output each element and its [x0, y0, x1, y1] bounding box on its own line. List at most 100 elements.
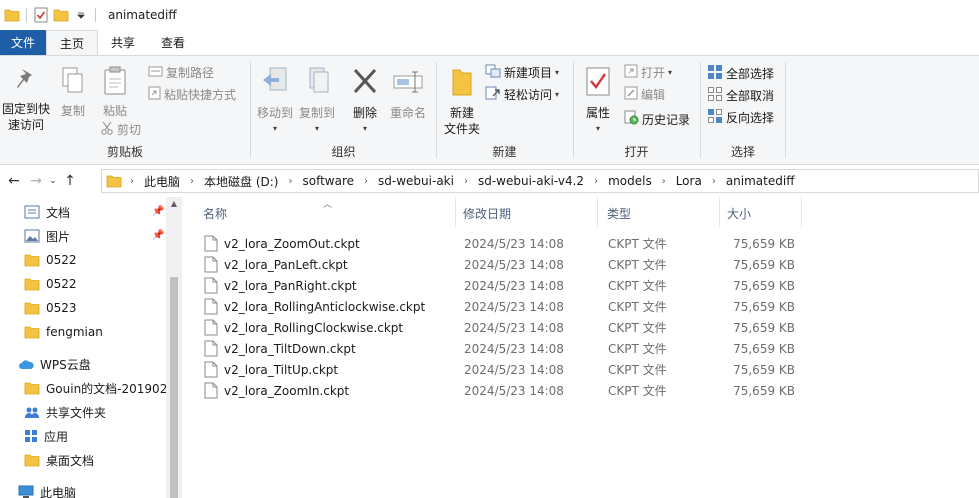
nav-item-pictures[interactable]: 图片	[24, 224, 70, 248]
computer-icon	[18, 485, 34, 498]
column-header-size[interactable]: 大小	[721, 197, 801, 229]
back-arrow-icon[interactable]: ←	[3, 170, 25, 192]
tab-view[interactable]: 查看	[148, 30, 198, 55]
paste-label: 粘贴	[102, 104, 127, 118]
column-divider[interactable]	[719, 197, 720, 227]
properties-check-icon[interactable]	[33, 7, 49, 23]
breadcrumb-software[interactable]: software	[302, 174, 354, 188]
select-all-icon	[707, 64, 723, 83]
nav-item-0522[interactable]: 0522	[24, 248, 77, 272]
file-name: v2_lora_RollingClockwise.ckpt	[224, 320, 404, 335]
pictures-icon	[24, 229, 40, 243]
copy-label: 复制	[60, 104, 85, 118]
breadcrumb-sd-webui-aki-v4-2[interactable]: sd-webui-aki-v4.2	[478, 174, 584, 188]
nav-item-documents[interactable]: 文档	[24, 200, 70, 224]
select-none-button[interactable]: 全部取消	[707, 86, 774, 105]
paste-shortcut-button[interactable]: 粘贴快捷方式	[148, 86, 236, 103]
cut-button[interactable]: 剪切	[100, 121, 141, 138]
move-to-button[interactable]: 移动到 ▾	[255, 66, 295, 137]
copy-button[interactable]: 复制	[54, 66, 92, 119]
nav-item-wps-cloud[interactable]: WPS云盘	[18, 352, 91, 376]
file-row[interactable]: v2_lora_ZoomIn.ckpt 2024/5/23 14:08 CKPT…	[183, 380, 979, 401]
select-all-button[interactable]: 全部选择	[707, 64, 774, 83]
file-row[interactable]: v2_lora_RollingAnticlockwise.ckpt 2024/5…	[183, 296, 979, 317]
column-divider[interactable]	[801, 197, 802, 227]
recent-locations-chevron-icon[interactable]: ⌄	[47, 170, 59, 192]
paste-shortcut-icon	[148, 86, 161, 103]
folder-icon	[24, 253, 40, 267]
new-folder-large-icon	[439, 66, 485, 102]
easy-access-button[interactable]: 轻松访问 ▾	[485, 86, 559, 103]
nav-item-shared-folder[interactable]: 共享文件夹	[24, 400, 106, 424]
file-row[interactable]: v2_lora_ZoomOut.ckpt 2024/5/23 14:08 CKP…	[183, 233, 979, 254]
nav-item-gouin-docs[interactable]: Gouin的文档-201902	[24, 376, 167, 400]
file-row[interactable]: v2_lora_TiltDown.ckpt 2024/5/23 14:08 CK…	[183, 338, 979, 359]
shared-folder-icon	[24, 405, 40, 419]
paste-button[interactable]: 粘贴	[96, 66, 134, 119]
breadcrumb-this-pc[interactable]: 此电脑	[144, 173, 180, 190]
new-folder-button[interactable]: 新建 文件夹	[439, 66, 485, 137]
column-divider[interactable]	[455, 197, 456, 227]
file-size: 75,659 KB	[733, 341, 795, 356]
new-item-button[interactable]: 新建项目 ▾	[485, 64, 559, 81]
file-row[interactable]: v2_lora_TiltUp.ckpt 2024/5/23 14:08 CKPT…	[183, 359, 979, 380]
invert-selection-button[interactable]: 反向选择	[707, 108, 774, 127]
breadcrumb-sd-webui-aki[interactable]: sd-webui-aki	[378, 174, 454, 188]
address-bar[interactable]: › 此电脑 › 本地磁盘 (D:) › software › sd-webui-…	[101, 169, 979, 193]
nav-item-apps[interactable]: 应用	[24, 424, 68, 448]
tab-home[interactable]: 主页	[46, 30, 99, 55]
copy-path-button[interactable]: 复制路径	[148, 64, 214, 81]
file-row[interactable]: v2_lora_RollingClockwise.ckpt 2024/5/23 …	[183, 317, 979, 338]
file-row[interactable]: v2_lora_PanLeft.ckpt 2024/5/23 14:08 CKP…	[183, 254, 979, 275]
properties-button[interactable]: 属性 ▾	[578, 66, 618, 137]
edit-button[interactable]: 编辑	[624, 86, 665, 103]
new-folder-icon[interactable]	[53, 7, 69, 23]
nav-item-label: fengmian	[46, 325, 103, 339]
pin-icon[interactable]: 📌	[152, 206, 164, 217]
copy-to-button[interactable]: 复制到 ▾	[297, 66, 337, 137]
tab-share[interactable]: 共享	[98, 30, 148, 55]
nav-item-desktop-docs[interactable]: 桌面文档	[24, 448, 94, 472]
nav-item-this-pc[interactable]: 此电脑	[18, 480, 76, 498]
navigation-bar: ← → ⌄ ↑ › 此电脑 › 本地磁盘 (D:) › software › s…	[0, 166, 979, 196]
column-divider[interactable]	[597, 197, 598, 227]
nav-item-0523[interactable]: 0523	[24, 296, 77, 320]
breadcrumb-animatediff[interactable]: animatediff	[726, 174, 795, 188]
column-header-date[interactable]: 修改日期	[457, 197, 597, 229]
nav-item-0522[interactable]: 0522	[24, 272, 77, 296]
scissors-icon	[100, 121, 114, 138]
nav-item-label: 桌面文档	[46, 453, 95, 468]
scroll-up-arrow-icon[interactable]: ▲	[166, 199, 182, 213]
up-arrow-icon[interactable]: ↑	[59, 170, 81, 192]
column-header-type[interactable]: 类型	[601, 197, 719, 229]
navigation-pane: 文档 📌 图片 📌 0522 0522 0523 fengmian WPS云盘 …	[0, 197, 182, 498]
scrollbar-thumb[interactable]	[170, 277, 178, 498]
divider	[26, 8, 27, 22]
breadcrumb-local-disk[interactable]: 本地磁盘 (D:)	[204, 173, 278, 190]
rename-button[interactable]: 重命名	[385, 66, 431, 121]
customize-toolbar-dropdown-icon[interactable]	[73, 7, 89, 23]
file-icon	[204, 233, 218, 254]
nav-item-fengmian[interactable]: fengmian	[24, 320, 103, 344]
history-button[interactable]: 历史记录	[624, 110, 690, 128]
copy-path-icon	[148, 65, 163, 81]
pin-quick-access-button[interactable]: 固定到快 速访问	[0, 66, 52, 133]
breadcrumb-chevron-icon: ›	[190, 175, 195, 187]
breadcrumb-chevron-icon: ›	[594, 175, 599, 187]
open-button[interactable]: 打开 ▾	[624, 64, 672, 81]
new-group-label: 新建	[492, 145, 517, 159]
forward-arrow-icon[interactable]: →	[25, 170, 47, 192]
column-header-name[interactable]: 名称	[197, 197, 455, 229]
tab-file[interactable]: 文件	[0, 30, 47, 55]
breadcrumb-models[interactable]: models	[608, 174, 652, 188]
breadcrumb-lora[interactable]: Lora	[676, 174, 702, 188]
pin-icon[interactable]: 📌	[152, 230, 164, 241]
file-row[interactable]: v2_lora_PanRight.ckpt 2024/5/23 14:08 CK…	[183, 275, 979, 296]
file-name: v2_lora_PanLeft.ckpt	[224, 257, 348, 272]
file-size: 75,659 KB	[733, 236, 795, 251]
navigation-pane-scrollbar[interactable]: ▲	[166, 197, 182, 498]
delete-button[interactable]: 删除 ▾	[347, 66, 383, 137]
breadcrumb-chevron-icon: ›	[661, 175, 666, 187]
edit-pencil-icon	[624, 86, 638, 103]
organize-group: 移动到 ▾ 复制到 ▾ 删除 ▾ 重命名 组织	[251, 58, 436, 162]
